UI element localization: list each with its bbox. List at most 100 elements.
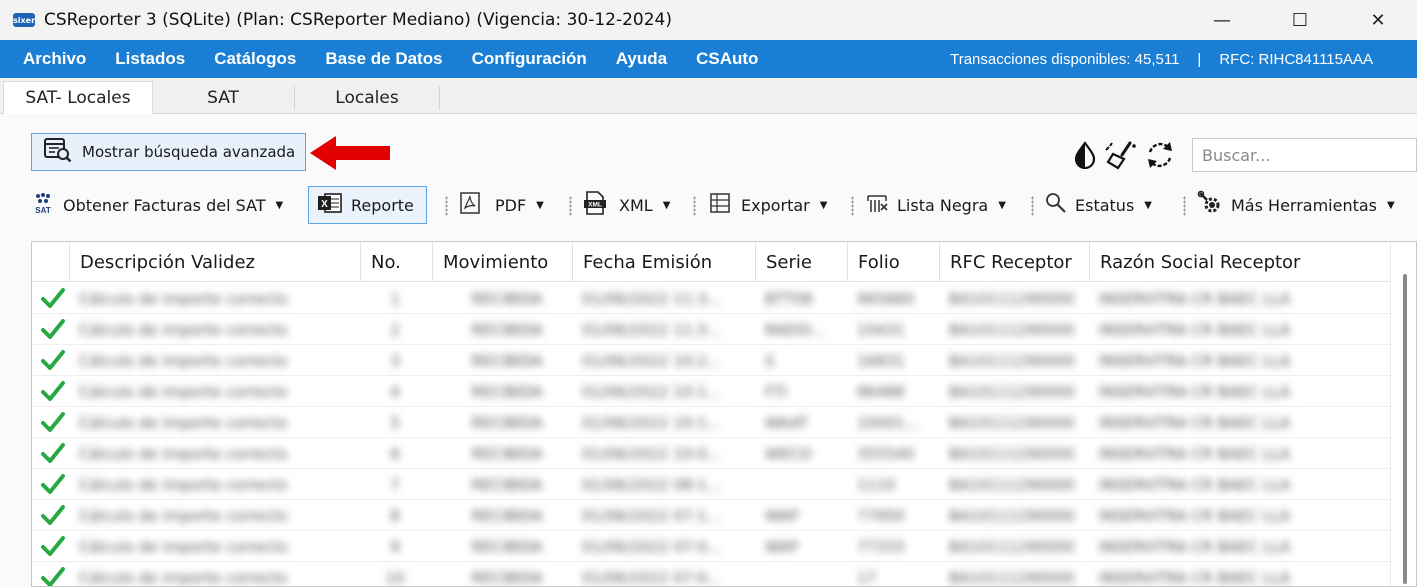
table-row[interactable]: Cálculo de importe correcto 3 RECIBIDA 01/0…: [32, 345, 1392, 376]
table-row[interactable]: Cálculo de importe correcto 6 RECIBIDA 01/0…: [32, 438, 1392, 469]
table-cell-razon: INSERVITRA CR BAEC LLA: [1099, 537, 1291, 556]
table-cell-fecha: 01/06/2022 07:1...: [582, 506, 722, 525]
table-cell-razon: INSERVITRA CR BAEC LLA: [1099, 506, 1291, 525]
obtener-facturas-button[interactable]: SAT Obtener Facturas del SAT ▼: [31, 186, 283, 224]
valid-check-icon: [40, 318, 66, 345]
column-header-no[interactable]: No.: [360, 242, 432, 282]
table-row[interactable]: Cálculo de importe correcto 2 RECIBIDA 01/0…: [32, 314, 1392, 345]
table-row[interactable]: Cálculo de importe correcto 4 RECIBIDA 01/0…: [32, 376, 1392, 407]
menu-configuracion[interactable]: Configuración: [472, 49, 587, 69]
exportar-button[interactable]: Exportar ▼: [709, 186, 827, 224]
table-cell-rfc: BA10111290000: [949, 320, 1075, 339]
quick-tools: [1072, 140, 1176, 175]
valid-check-icon: [40, 349, 66, 376]
table-row[interactable]: Cálculo de importe correcto 1 RECIBIDA 01/0…: [32, 283, 1392, 314]
refresh-icon[interactable]: [1144, 140, 1176, 175]
window-controls: — ☐ ✕: [1183, 0, 1417, 40]
obtener-facturas-label: Obtener Facturas del SAT: [63, 195, 266, 215]
menu-catalogos[interactable]: Catálogos: [214, 49, 296, 69]
window-title: CSReporter 3 (SQLite) (Plan: CSReporter …: [44, 10, 672, 30]
table-row[interactable]: Cálculo de importe correcto 10 RECIBIDA 01/…: [32, 562, 1392, 587]
grid-header: Descripción Validez No. Movimiento Fecha…: [32, 242, 1416, 282]
column-header-folio[interactable]: Folio: [847, 242, 939, 282]
clean-brush-icon[interactable]: [1104, 140, 1138, 175]
vertical-scrollbar[interactable]: [1390, 242, 1416, 586]
column-header-fecha[interactable]: Fecha Emisión: [572, 242, 755, 282]
table-cell-rfc: BA10111290000: [949, 537, 1075, 556]
tab-sat[interactable]: SAT: [153, 82, 293, 114]
menu-base-de-datos[interactable]: Base de Datos: [325, 49, 442, 69]
table-cell-no: 4: [390, 382, 400, 401]
lista-negra-button[interactable]: Lista Negra ▼: [865, 186, 1006, 224]
exportar-label: Exportar: [741, 195, 810, 215]
column-header-razon-social[interactable]: Razón Social Receptor: [1089, 242, 1392, 282]
pdf-label: PDF: [495, 195, 527, 215]
advanced-search-button[interactable]: Mostrar búsqueda avanzada: [31, 133, 306, 171]
table-cell-razon: INSERVITRA CR BAEC LLA: [1099, 413, 1291, 432]
menu-archivo[interactable]: Archivo: [23, 49, 86, 69]
app-logo-icon: sixer: [13, 13, 35, 27]
excel-icon: X: [317, 192, 343, 218]
table-cell-fecha: 01/06/2022 10:2...: [582, 351, 722, 370]
toolbar-grip: [851, 196, 854, 216]
column-header-serie[interactable]: Serie: [755, 242, 847, 282]
table-row[interactable]: Cálculo de importe correcto 5 RECIBIDA 01/0…: [32, 407, 1392, 438]
table-cell-desc: Cálculo de importe correcto: [79, 444, 288, 463]
pdf-button[interactable]: PDF ▼: [459, 186, 544, 224]
minimize-button[interactable]: —: [1183, 0, 1261, 40]
table-cell-folio: 10431: [857, 320, 905, 339]
column-header-rfc-receptor[interactable]: RFC Receptor: [939, 242, 1089, 282]
valid-check-icon: [40, 504, 66, 531]
table-cell-folio: 77950: [857, 506, 905, 525]
xml-button[interactable]: XML XML ▼: [583, 186, 670, 224]
menu-csauto[interactable]: CSAuto: [696, 49, 758, 69]
table-cell-fecha: 01/06/2022 10:0...: [582, 444, 722, 463]
table-row[interactable]: Cálculo de importe correcto 7 RECIBIDA 01/0…: [32, 469, 1392, 500]
table-cell-mov: RECIBIDA: [471, 568, 543, 587]
xml-file-icon: XML: [583, 191, 607, 219]
menu-bar: Archivo Listados Catálogos Base de Datos…: [0, 40, 1417, 78]
toolbar: SAT Obtener Facturas del SAT ▼ X Reporte: [25, 186, 1417, 224]
search-input[interactable]: [1193, 139, 1416, 171]
table-cell-folio: 10001...: [857, 413, 920, 432]
table-cell-no: 10: [385, 568, 405, 587]
table-cell-serie: WAP: [765, 506, 799, 525]
close-button[interactable]: ✕: [1339, 0, 1417, 40]
mas-herramientas-button[interactable]: Más Herramientas ▼: [1197, 186, 1395, 224]
reporte-label: Reporte: [351, 195, 414, 215]
maximize-button[interactable]: ☐: [1261, 0, 1339, 40]
tab-divider: [439, 86, 440, 110]
contrast-icon[interactable]: [1072, 141, 1098, 174]
table-row[interactable]: Cálculo de importe correcto 8 RECIBIDA 01/0…: [32, 500, 1392, 531]
table-cell-serie: S: [765, 351, 775, 370]
pdf-icon: [459, 192, 481, 218]
table-cell-desc: Cálculo de importe correcto: [79, 537, 288, 556]
column-header-movimiento[interactable]: Movimiento: [432, 242, 572, 282]
red-arrow-icon: [310, 136, 392, 175]
table-cell-mov: RECIBIDA: [471, 506, 543, 525]
valid-check-icon: [40, 442, 66, 469]
menu-listados[interactable]: Listados: [115, 49, 185, 69]
estatus-button[interactable]: Estatus ▼: [1045, 186, 1152, 224]
tab-sat-locales[interactable]: SAT- Locales: [3, 81, 153, 114]
table-cell-serie: [765, 562, 840, 586]
table-cell-razon: INSERVITRA CR BAEC LLA: [1099, 475, 1291, 494]
scrollbar-thumb[interactable]: [1403, 274, 1407, 584]
xml-label: XML: [619, 195, 653, 215]
advanced-search-icon: [44, 137, 72, 167]
search-box: [1192, 138, 1417, 172]
menu-ayuda[interactable]: Ayuda: [616, 49, 667, 69]
svg-text:X: X: [321, 199, 328, 210]
sat-icon: SAT: [31, 191, 55, 219]
table-cell-rfc: BA10111290000: [949, 568, 1075, 587]
tab-locales[interactable]: Locales: [295, 82, 439, 114]
column-header-descripcion[interactable]: Descripción Validez: [69, 242, 360, 282]
table-cell-razon: INSERVITRA CR BAEC LLA: [1099, 320, 1291, 339]
account-info: Transacciones disponibles: 45,511 | RFC:…: [950, 40, 1373, 78]
table-cell-folio: 1110: [857, 475, 896, 494]
table-cell-no: 6: [390, 444, 400, 463]
table-row[interactable]: Cálculo de importe correcto 9 RECIBIDA 01/0…: [32, 531, 1392, 562]
table-cell-desc: Cálculo de importe correcto: [79, 320, 288, 339]
reporte-button[interactable]: X Reporte: [308, 186, 427, 224]
table-cell-folio: 965660: [857, 289, 915, 308]
